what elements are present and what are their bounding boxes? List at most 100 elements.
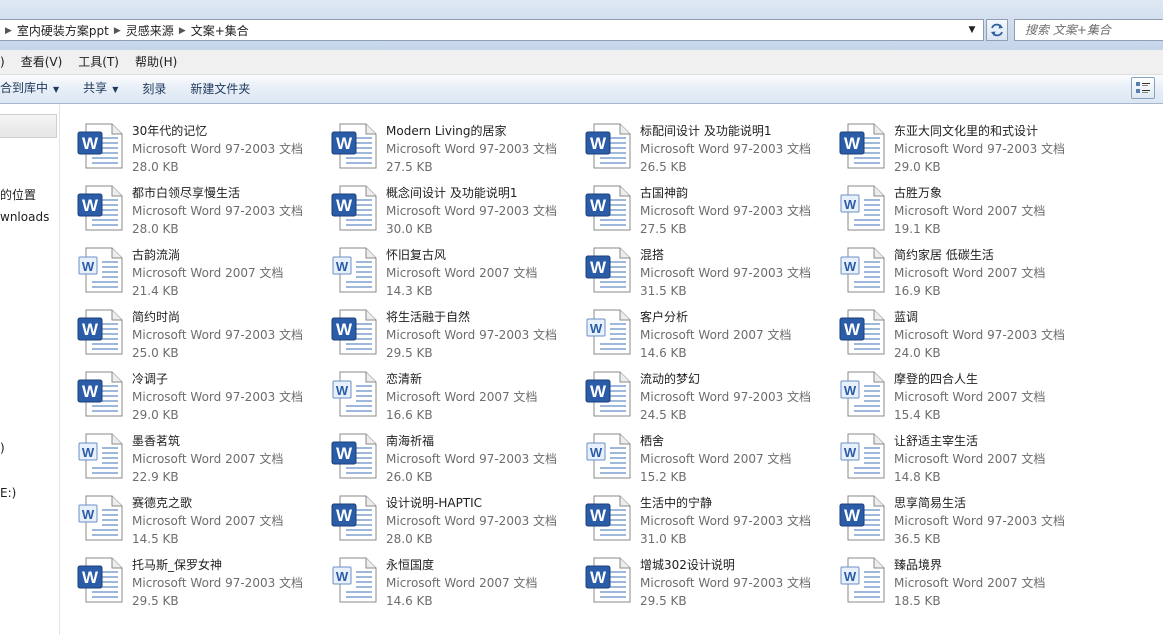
- refresh-button[interactable]: [986, 19, 1008, 41]
- file-name: 设计说明-HAPTIC: [386, 496, 483, 510]
- address-bar[interactable]: ▶ 室内硬装方案ppt ▶ 灵感来源 ▶ 文案+集合 ▼: [0, 19, 984, 41]
- file-name: 古韵流淌: [132, 248, 181, 262]
- file-item[interactable]: W 古韵流淌 Microsoft Word 2007 文档 21.4 KB: [60, 238, 310, 298]
- file-name: 墨香茗筑: [132, 434, 181, 448]
- change-view-button[interactable]: [1131, 77, 1155, 99]
- svg-text:W: W: [590, 506, 607, 525]
- file-item[interactable]: W 设计说明-HAPTIC Microsoft Word 97-2003 文档 28.…: [314, 486, 564, 546]
- word-97-2003-icon: W: [330, 494, 382, 542]
- file-size: 30.0 KB: [386, 222, 433, 236]
- file-item[interactable]: W 赛德克之歌 Microsoft Word 2007 文档 14.5 KB: [60, 486, 310, 546]
- file-item[interactable]: W 摩登的四合人生 Microsoft Word 2007 文档 15.4 KB: [822, 362, 1072, 422]
- word-2007-icon: W: [76, 494, 128, 542]
- file-item[interactable]: W 怀旧复古风 Microsoft Word 2007 文档 14.3 KB: [314, 238, 564, 298]
- file-item[interactable]: W 托马斯_保罗女神 Microsoft Word 97-2003 文档 29.5 K…: [60, 548, 310, 608]
- file-item[interactable]: W Modern Living的居家 Microsoft Word 97-2003 …: [314, 114, 564, 174]
- breadcrumb-item[interactable]: 文案+集合: [191, 21, 249, 41]
- burn-button[interactable]: 刻录: [130, 76, 178, 102]
- file-type: Microsoft Word 97-2003 文档: [132, 390, 304, 404]
- file-item[interactable]: W 墨香茗筑 Microsoft Word 2007 文档 22.9 KB: [60, 424, 310, 484]
- menu-tools[interactable]: 工具(T): [70, 51, 127, 73]
- breadcrumb-separator-icon[interactable]: ▶: [109, 21, 126, 41]
- svg-text:W: W: [844, 445, 857, 460]
- file-name: 托马斯_保罗女神: [132, 558, 223, 572]
- word-2007-icon: W: [330, 370, 382, 418]
- file-type: Microsoft Word 2007 文档: [640, 328, 792, 342]
- breadcrumb-separator-icon[interactable]: ▶: [174, 21, 191, 41]
- file-name: 思享简易生活: [894, 496, 967, 510]
- menu-edit[interactable]: ): [0, 51, 13, 73]
- file-type: Microsoft Word 97-2003 文档: [640, 390, 812, 404]
- include-in-library-button[interactable]: 合到库中 ▼: [0, 75, 71, 103]
- new-folder-button[interactable]: 新建文件夹: [178, 76, 262, 102]
- file-item[interactable]: W 生活中的宁静 Microsoft Word 97-2003 文档 31.0 KB: [568, 486, 818, 546]
- svg-text:W: W: [82, 259, 95, 274]
- file-size: 28.0 KB: [386, 532, 433, 546]
- file-size: 16.6 KB: [386, 408, 433, 422]
- file-type: Microsoft Word 97-2003 文档: [132, 576, 304, 590]
- file-item[interactable]: W 古胜万象 Microsoft Word 2007 文档 19.1 KB: [822, 176, 1072, 236]
- nav-item-recent-places[interactable]: 的位置: [0, 187, 36, 203]
- file-type: Microsoft Word 97-2003 文档: [640, 142, 812, 156]
- menu-help[interactable]: 帮助(H): [127, 51, 185, 73]
- file-item[interactable]: W 蓝调 Microsoft Word 97-2003 文档 24.0 KB: [822, 300, 1072, 360]
- file-type: Microsoft Word 2007 文档: [132, 452, 284, 466]
- file-size: 18.5 KB: [894, 594, 941, 608]
- file-name: 永恒国度: [386, 558, 435, 572]
- file-item[interactable]: W 栖舍 Microsoft Word 2007 文档 15.2 KB: [568, 424, 818, 484]
- file-name: 古国神韵: [640, 186, 689, 200]
- file-item[interactable]: W 都市白领尽享慢生活 Microsoft Word 97-2003 文档 28.0 …: [60, 176, 310, 236]
- file-item[interactable]: W 臻品境界 Microsoft Word 2007 文档 18.5 KB: [822, 548, 1072, 608]
- file-type: Microsoft Word 2007 文档: [894, 266, 1046, 280]
- file-type: Microsoft Word 97-2003 文档: [894, 514, 1066, 528]
- file-item[interactable]: W 永恒国度 Microsoft Word 2007 文档 14.6 KB: [314, 548, 564, 608]
- file-type: Microsoft Word 2007 文档: [386, 266, 538, 280]
- file-item[interactable]: W 客户分析 Microsoft Word 2007 文档 14.6 KB: [568, 300, 818, 360]
- address-history-dropdown-icon[interactable]: ▼: [965, 20, 979, 40]
- file-item[interactable]: W 东亚大同文化里的和式设计 Microsoft Word 97-2003 文档 29…: [822, 114, 1072, 174]
- search-input[interactable]: 搜索 文案+集合: [1014, 19, 1163, 41]
- file-item[interactable]: W 思享简易生活 Microsoft Word 97-2003 文档 36.5 KB: [822, 486, 1072, 546]
- file-type: Microsoft Word 2007 文档: [132, 514, 284, 528]
- file-name: 增城302设计说明: [640, 558, 735, 572]
- svg-text:W: W: [844, 320, 861, 339]
- file-size: 22.9 KB: [132, 470, 179, 484]
- file-item[interactable]: W 混搭 Microsoft Word 97-2003 文档 31.5 KB: [568, 238, 818, 298]
- file-item[interactable]: W 增城302设计说明 Microsoft Word 97-2003 文档 29.5 …: [568, 548, 818, 608]
- nav-item-drive-e[interactable]: E:): [0, 485, 16, 501]
- file-item[interactable]: W 冷调子 Microsoft Word 97-2003 文档 29.0 KB: [60, 362, 310, 422]
- file-item[interactable]: W 南海祈福 Microsoft Word 97-2003 文档 26.0 KB: [314, 424, 564, 484]
- file-name: 恋清新: [386, 372, 423, 386]
- file-item[interactable]: W 古国神韵 Microsoft Word 97-2003 文档 27.5 KB: [568, 176, 818, 236]
- breadcrumb-separator-icon[interactable]: ▶: [0, 21, 17, 41]
- file-item[interactable]: W 简约时尚 Microsoft Word 97-2003 文档 25.0 KB: [60, 300, 310, 360]
- file-item[interactable]: W 简约家居 低碳生活 Microsoft Word 2007 文档 16.9 KB: [822, 238, 1072, 298]
- file-name: 简约家居 低碳生活: [894, 248, 994, 262]
- word-97-2003-icon: W: [584, 370, 636, 418]
- svg-text:W: W: [336, 259, 349, 274]
- svg-text:W: W: [590, 321, 603, 336]
- file-item[interactable]: W 让舒适主宰生活 Microsoft Word 2007 文档 14.8 KB: [822, 424, 1072, 484]
- share-button[interactable]: 共享 ▼: [71, 75, 130, 103]
- file-item[interactable]: W 恋清新 Microsoft Word 2007 文档 16.6 KB: [314, 362, 564, 422]
- file-item[interactable]: W 流动的梦幻 Microsoft Word 97-2003 文档 24.5 KB: [568, 362, 818, 422]
- svg-text:W: W: [590, 196, 607, 215]
- file-name: 生活中的宁静: [640, 496, 713, 510]
- svg-text:W: W: [82, 445, 95, 460]
- view-tiles-icon: [1136, 82, 1150, 93]
- svg-text:W: W: [336, 569, 349, 584]
- file-item[interactable]: W 概念间设计 及功能说明1 Microsoft Word 97-2003 文档 30…: [314, 176, 564, 236]
- nav-selected-item[interactable]: [0, 114, 57, 138]
- word-2007-icon: W: [330, 556, 382, 604]
- file-item[interactable]: W 将生活融于自然 Microsoft Word 97-2003 文档 29.5 KB: [314, 300, 564, 360]
- file-name: 标配间设计 及功能说明1: [640, 124, 772, 138]
- nav-item-downloads[interactable]: wnloads: [0, 209, 49, 225]
- file-item[interactable]: W 标配间设计 及功能说明1 Microsoft Word 97-2003 文档 26…: [568, 114, 818, 174]
- nav-item-drive[interactable]: ): [0, 440, 5, 456]
- breadcrumb-item[interactable]: 灵感来源: [126, 21, 174, 41]
- breadcrumb-item[interactable]: 室内硬装方案ppt: [17, 21, 109, 41]
- menu-view[interactable]: 查看(V): [13, 51, 71, 73]
- word-97-2003-icon: W: [584, 184, 636, 232]
- svg-text:W: W: [844, 506, 861, 525]
- file-item[interactable]: W 30年代的记忆 Microsoft Word 97-2003 文档 28.0 KB: [60, 114, 310, 174]
